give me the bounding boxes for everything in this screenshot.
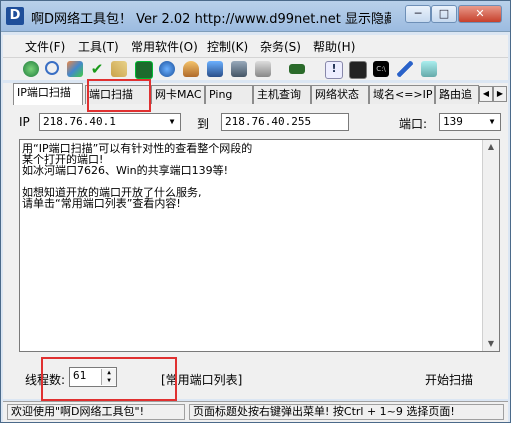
stepper-up-icon[interactable]: ▲ bbox=[101, 369, 116, 377]
person-icon[interactable] bbox=[183, 61, 199, 77]
scroll-down-icon[interactable]: ▼ bbox=[485, 337, 497, 351]
scroll-up-icon[interactable]: ▲ bbox=[485, 140, 497, 154]
tab-nic-mac[interactable]: 网卡MAC bbox=[151, 85, 205, 104]
tab-scroll-left-button[interactable]: ◀ bbox=[479, 86, 493, 102]
menu-tools[interactable]: 工具(T) bbox=[78, 38, 119, 55]
tab-ping[interactable]: Ping bbox=[205, 85, 253, 104]
ip-start-value: 218.76.40.1 bbox=[43, 115, 116, 128]
status-hint: 页面标题处按右键弹出菜单! 按Ctrl + 1~9 选择页面! bbox=[189, 404, 504, 420]
ip-label: IP bbox=[19, 115, 30, 129]
to-label: 到 bbox=[197, 117, 210, 131]
title-bar[interactable]: D 啊D网络工具包！ Ver 2.02 http://www.d99net.ne… bbox=[1, 1, 510, 32]
menu-misc[interactable]: 杂务(S) bbox=[260, 38, 301, 55]
dropdown-arrow-icon[interactable]: ▼ bbox=[484, 114, 500, 130]
check-icon[interactable]: ✔ bbox=[89, 61, 105, 77]
card-icon[interactable] bbox=[255, 61, 271, 77]
window-title: 啊D网络工具包！ Ver 2.02 http://www.d99net.net … bbox=[31, 12, 391, 27]
menu-file[interactable]: 文件(F) bbox=[25, 38, 65, 55]
threads-label: 线程数: bbox=[25, 373, 66, 387]
stepper-down-icon[interactable]: ▼ bbox=[101, 377, 116, 385]
monitor-icon[interactable] bbox=[349, 61, 367, 79]
help-line: 请单击“常用端口列表”查看内容! bbox=[22, 197, 181, 210]
ip-start-combo[interactable]: 218.76.40.1 ▼ bbox=[39, 113, 181, 131]
tab-bar: IP端口扫描 端口扫描 网卡MAC Ping 主机查询 网络状态 域名<=>IP… bbox=[3, 83, 508, 106]
port-combo[interactable]: 139 ▼ bbox=[439, 113, 501, 131]
cmd-icon[interactable]: C:\ bbox=[373, 61, 389, 77]
menu-bar: 文件(F) 工具(T) 常用软件(O) 控制(K) 杂务(S) 帮助(H) bbox=[3, 35, 508, 58]
app-logo-icon: D bbox=[6, 7, 24, 25]
ruler-icon[interactable] bbox=[111, 61, 127, 77]
help-textarea[interactable]: 用“IP端口扫描”可以有针对性的查看整个网段的 某个打开的端口! 如冰河端口76… bbox=[19, 139, 500, 352]
dropdown-arrow-icon[interactable]: ▼ bbox=[164, 114, 180, 130]
notepad-icon[interactable] bbox=[421, 61, 437, 77]
port-label: 端口: bbox=[399, 117, 428, 131]
cable-icon[interactable] bbox=[289, 64, 305, 74]
tab-domain-ip[interactable]: 域名<=>IP bbox=[369, 85, 435, 104]
maximize-button[interactable]: □ bbox=[431, 5, 457, 23]
toolbar: ✔ ! C:\ bbox=[3, 58, 508, 80]
tab-scroll-right-button[interactable]: ▶ bbox=[493, 86, 507, 102]
help-line: 如冰河端口7626、Win的共享端口139等! bbox=[22, 164, 229, 177]
start-scan-button[interactable]: 开始扫描 bbox=[425, 371, 473, 388]
close-button[interactable]: ✕ bbox=[458, 5, 502, 23]
menu-common-software[interactable]: 常用软件(O) bbox=[131, 38, 198, 55]
status-bar: 欢迎使用"啊D网络工具包"! 页面标题处按右键弹出菜单! 按Ctrl + 1~9… bbox=[3, 401, 508, 422]
pen-icon[interactable] bbox=[397, 61, 413, 77]
globe-icon[interactable] bbox=[23, 61, 39, 77]
menu-help[interactable]: 帮助(H) bbox=[313, 38, 355, 55]
tab-port-scan[interactable]: 端口扫描 bbox=[85, 85, 151, 104]
threads-value: 61 bbox=[73, 369, 87, 382]
tab-network-status[interactable]: 网络状态 bbox=[311, 85, 369, 104]
network-icon[interactable] bbox=[207, 61, 223, 77]
info-icon[interactable]: ! bbox=[325, 61, 343, 79]
port-value: 139 bbox=[443, 115, 463, 128]
common-ports-list-button[interactable]: [常用端口列表] bbox=[161, 371, 242, 388]
earth-icon[interactable] bbox=[159, 61, 175, 77]
app-window: D 啊D网络工具包！ Ver 2.02 http://www.d99net.ne… bbox=[0, 0, 511, 423]
color-icon[interactable] bbox=[67, 61, 83, 77]
minimize-button[interactable]: ─ bbox=[405, 5, 431, 23]
vertical-scrollbar[interactable]: ▲ ▼ bbox=[482, 140, 499, 351]
tab-ip-port-scan[interactable]: IP端口扫描 bbox=[13, 83, 83, 106]
ip-port-scan-panel: IP 218.76.40.1 ▼ 到 218.76.40.255 端口: 139… bbox=[3, 105, 508, 399]
menu-control[interactable]: 控制(K) bbox=[207, 38, 248, 55]
tab-route-trace[interactable]: 路由追 bbox=[435, 85, 479, 104]
search-icon[interactable] bbox=[45, 61, 59, 75]
ip-end-input[interactable]: 218.76.40.255 bbox=[221, 113, 349, 131]
status-welcome: 欢迎使用"啊D网络工具包"! bbox=[7, 404, 185, 420]
computers-icon[interactable] bbox=[231, 61, 247, 77]
tab-host-query[interactable]: 主机查询 bbox=[253, 85, 311, 104]
threads-stepper[interactable]: 61 ▲ ▼ bbox=[69, 367, 117, 387]
chart-icon[interactable] bbox=[135, 61, 153, 79]
